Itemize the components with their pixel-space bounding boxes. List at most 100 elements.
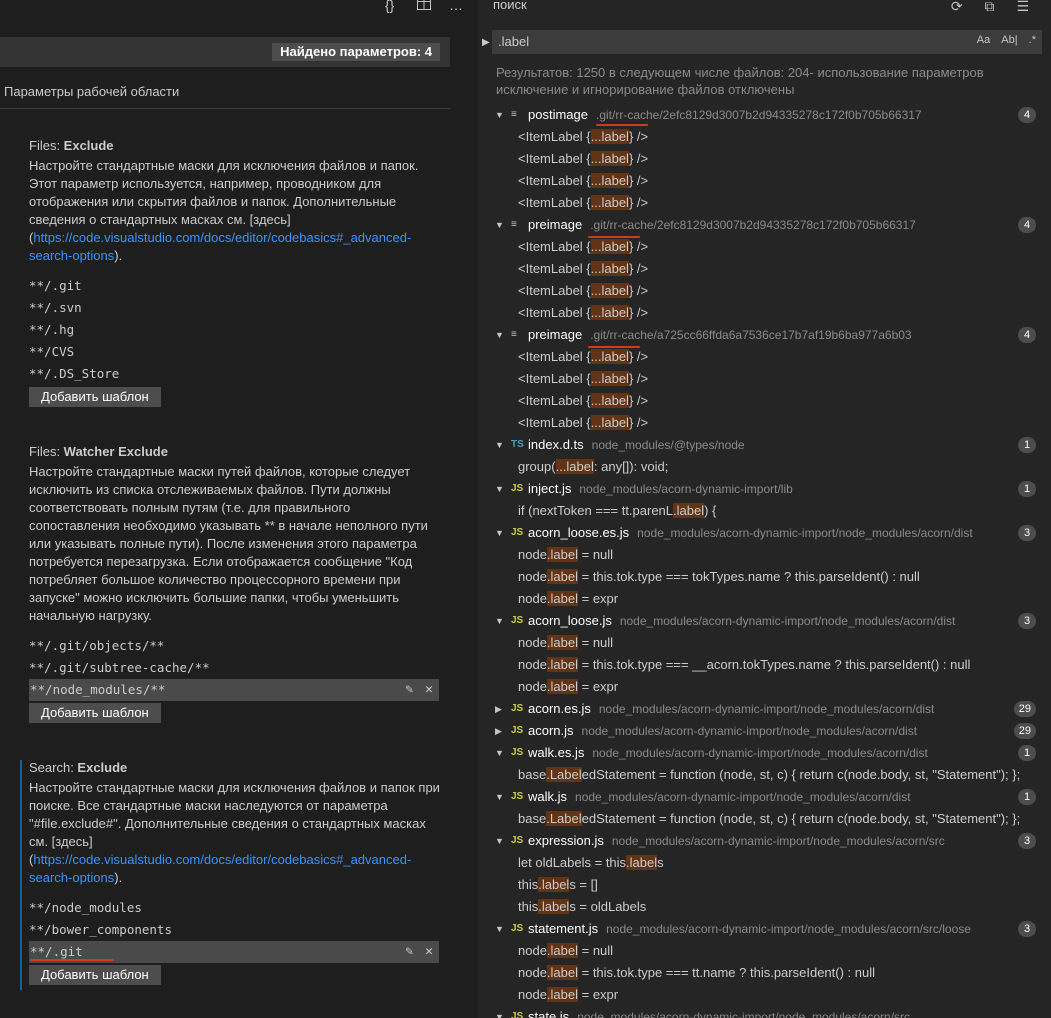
result-match-row[interactable]: node.label = expr [478, 676, 1051, 698]
toggle-replace-chevron-icon[interactable]: ▶ [482, 37, 490, 48]
clear-results-icon[interactable]: ☰ [1016, 0, 1029, 14]
result-file-row[interactable]: ▼ JS acorn_loose.js node_modules/acorn-dyna… [478, 610, 1051, 632]
search-input[interactable]: .label Aa Ab| .* [492, 30, 1042, 54]
chevron-down-icon[interactable]: ▼ [495, 1006, 504, 1018]
result-file-row[interactable]: ▼ JS walk.js node_modules/acorn-dynamic-imp… [478, 786, 1051, 808]
chevron-down-icon[interactable]: ▼ [495, 478, 504, 500]
pattern-item[interactable]: **/.git [29, 275, 439, 297]
result-file-row[interactable]: ▼ ≡ preimage .git/rr-cache/a725cc66ffda6a75… [478, 324, 1051, 346]
result-match-row[interactable]: if (nextToken === tt.parenL.label) { [478, 500, 1051, 522]
result-file-path: node_modules/@types/node [591, 438, 745, 452]
result-match-row[interactable]: <ItemLabel {...label} /> [478, 302, 1051, 324]
match-case-icon[interactable]: Aa [977, 34, 990, 46]
refresh-icon[interactable]: ⟳ [951, 0, 963, 14]
result-file-path: node_modules/acorn-dynamic-import/lib [579, 482, 793, 496]
remove-icon[interactable]: ✕ [425, 944, 433, 959]
result-file-row[interactable]: ▼ JS acorn_loose.es.js node_modules/acorn-d… [478, 522, 1051, 544]
match-highlight: ...label [590, 393, 629, 408]
pattern-item[interactable]: **/node_modules [29, 897, 439, 919]
result-match-row[interactable]: let oldLabels = this.labels [478, 852, 1051, 874]
pattern-item[interactable]: **/bower_components [29, 919, 439, 941]
result-file-row[interactable]: ▶ JS acorn.es.js node_modules/acorn-dynamic… [478, 698, 1051, 720]
pattern-item[interactable]: **/.hg [29, 319, 439, 341]
found-count-badge: Найдено параметров: 4 [272, 43, 440, 61]
setting-title: Files: Watcher Exclude [29, 444, 168, 459]
edit-icon[interactable]: ✎ [405, 682, 413, 697]
add-pattern-button[interactable]: Добавить шаблон [29, 387, 161, 407]
match-text: <ItemLabel {...label} /> [518, 236, 1044, 258]
match-context: node [518, 965, 547, 980]
chevron-down-icon[interactable]: ▼ [495, 786, 504, 808]
chevron-down-icon[interactable]: ▼ [495, 742, 504, 764]
chevron-down-icon[interactable]: ▼ [495, 214, 504, 236]
result-match-row[interactable]: node.label = this.tok.type === tokTypes.… [478, 566, 1051, 588]
result-match-row[interactable]: node.label = null [478, 940, 1051, 962]
result-match-row[interactable]: <ItemLabel {...label} /> [478, 280, 1051, 302]
chevron-down-icon[interactable]: ▼ [495, 434, 504, 456]
chevron-down-icon[interactable]: ▼ [495, 104, 504, 126]
result-match-row[interactable]: <ItemLabel {...label} /> [478, 368, 1051, 390]
result-match-row[interactable]: <ItemLabel {...label} /> [478, 412, 1051, 434]
chevron-right-icon[interactable]: ▶ [495, 698, 502, 720]
chevron-down-icon[interactable]: ▼ [495, 522, 504, 544]
result-match-row[interactable]: base.LabeledStatement = function (node, … [478, 808, 1051, 830]
pattern-item-selected[interactable]: **/node_modules/** ✎ ✕ [29, 679, 439, 701]
result-match-row[interactable]: <ItemLabel {...label} /> [478, 148, 1051, 170]
result-match-row[interactable]: node.label = null [478, 632, 1051, 654]
result-match-row[interactable]: this.labels = oldLabels [478, 896, 1051, 918]
result-match-row[interactable]: <ItemLabel {...label} /> [478, 258, 1051, 280]
result-match-row[interactable]: node.label = this.tok.type === __acorn.t… [478, 654, 1051, 676]
result-match-row[interactable]: <ItemLabel {...label} /> [478, 192, 1051, 214]
collapse-all-icon[interactable]: ⧉ [985, 0, 995, 14]
result-match-row[interactable]: node.label = this.tok.type === tt.name ?… [478, 962, 1051, 984]
open-json-icon[interactable]: {} [385, 0, 394, 13]
result-match-row[interactable]: node.label = expr [478, 588, 1051, 610]
result-match-row[interactable]: <ItemLabel {...label} /> [478, 126, 1051, 148]
pattern-item[interactable]: **/.git/subtree-cache/** [29, 657, 439, 679]
result-match-row[interactable]: this.labels = [] [478, 874, 1051, 896]
chevron-right-icon[interactable]: ▶ [495, 720, 502, 742]
result-match-row[interactable]: base.LabeledStatement = function (node, … [478, 764, 1051, 786]
result-file-row[interactable]: ▼ JS statement.js node_modules/acorn-dynami… [478, 918, 1051, 940]
add-pattern-button[interactable]: Добавить шаблон [29, 965, 161, 985]
split-editor-icon[interactable] [417, 0, 431, 13]
chevron-down-icon[interactable]: ▼ [495, 830, 504, 852]
use-regex-icon[interactable]: .* [1029, 34, 1036, 46]
result-file-row[interactable]: ▼ JS expression.js node_modules/acorn-dynam… [478, 830, 1051, 852]
result-match-row[interactable]: <ItemLabel {...label} /> [478, 346, 1051, 368]
docs-link[interactable]: https://code.visualstudio.com/docs/edito… [29, 852, 411, 885]
result-match-row[interactable]: node.label = expr [478, 984, 1051, 1006]
pattern-item[interactable]: **/.svn [29, 297, 439, 319]
js-file-icon: JS [511, 923, 524, 934]
edit-icon[interactable]: ✎ [405, 944, 413, 959]
more-actions-icon[interactable]: … [449, 0, 463, 13]
match-text: <ItemLabel {...label} /> [518, 126, 1044, 148]
chevron-down-icon[interactable]: ▼ [495, 610, 504, 632]
result-file-row[interactable]: ▼ ≡ preimage .git/rr-cache/2efc8129d3007b2d… [478, 214, 1051, 236]
result-file-row[interactable]: ▶ JS acorn.js node_modules/acorn-dynamic-im… [478, 720, 1051, 742]
pattern-item[interactable]: **/.git/objects/** [29, 635, 439, 657]
result-file-row[interactable]: ▼ TS index.d.ts node_modules/@types/node 1 [478, 434, 1051, 456]
result-match-row[interactable]: <ItemLabel {...label} /> [478, 236, 1051, 258]
add-pattern-button[interactable]: Добавить шаблон [29, 703, 161, 723]
match-whole-word-icon[interactable]: Ab| [1001, 34, 1017, 46]
result-file-row[interactable]: ▼ ≡ postimage .git/rr-cache/2efc8129d3007b2… [478, 104, 1051, 126]
result-match-row[interactable]: <ItemLabel {...label} /> [478, 170, 1051, 192]
match-context: <ItemLabel { [518, 371, 591, 386]
result-match-row[interactable]: group(...label: any[]): void; [478, 456, 1051, 478]
docs-link[interactable]: https://code.visualstudio.com/docs/edito… [29, 230, 411, 263]
result-file-row[interactable]: ▼ JS inject.js node_modules/acorn-dynamic-i… [478, 478, 1051, 500]
chevron-down-icon[interactable]: ▼ [495, 918, 504, 940]
pattern-item[interactable]: **/CVS [29, 341, 439, 363]
result-match-row[interactable]: node.label = null [478, 544, 1051, 566]
result-file-path: node_modules/acorn-dynamic-import/node_m… [592, 746, 928, 760]
result-file-row[interactable]: ▼ JS state.js node_modules/acorn-dynamic-im… [478, 1006, 1051, 1018]
search-results-tree: ▼ ≡ postimage .git/rr-cache/2efc8129d3007b2… [478, 104, 1051, 1018]
pattern-item[interactable]: **/.DS_Store [29, 363, 439, 385]
js-file-icon: JS [511, 1011, 524, 1018]
result-match-row[interactable]: <ItemLabel {...label} /> [478, 390, 1051, 412]
remove-icon[interactable]: ✕ [425, 682, 433, 697]
match-text: base.LabeledStatement = function (node, … [518, 764, 1044, 786]
chevron-down-icon[interactable]: ▼ [495, 324, 504, 346]
result-file-row[interactable]: ▼ JS walk.es.js node_modules/acorn-dynamic-… [478, 742, 1051, 764]
